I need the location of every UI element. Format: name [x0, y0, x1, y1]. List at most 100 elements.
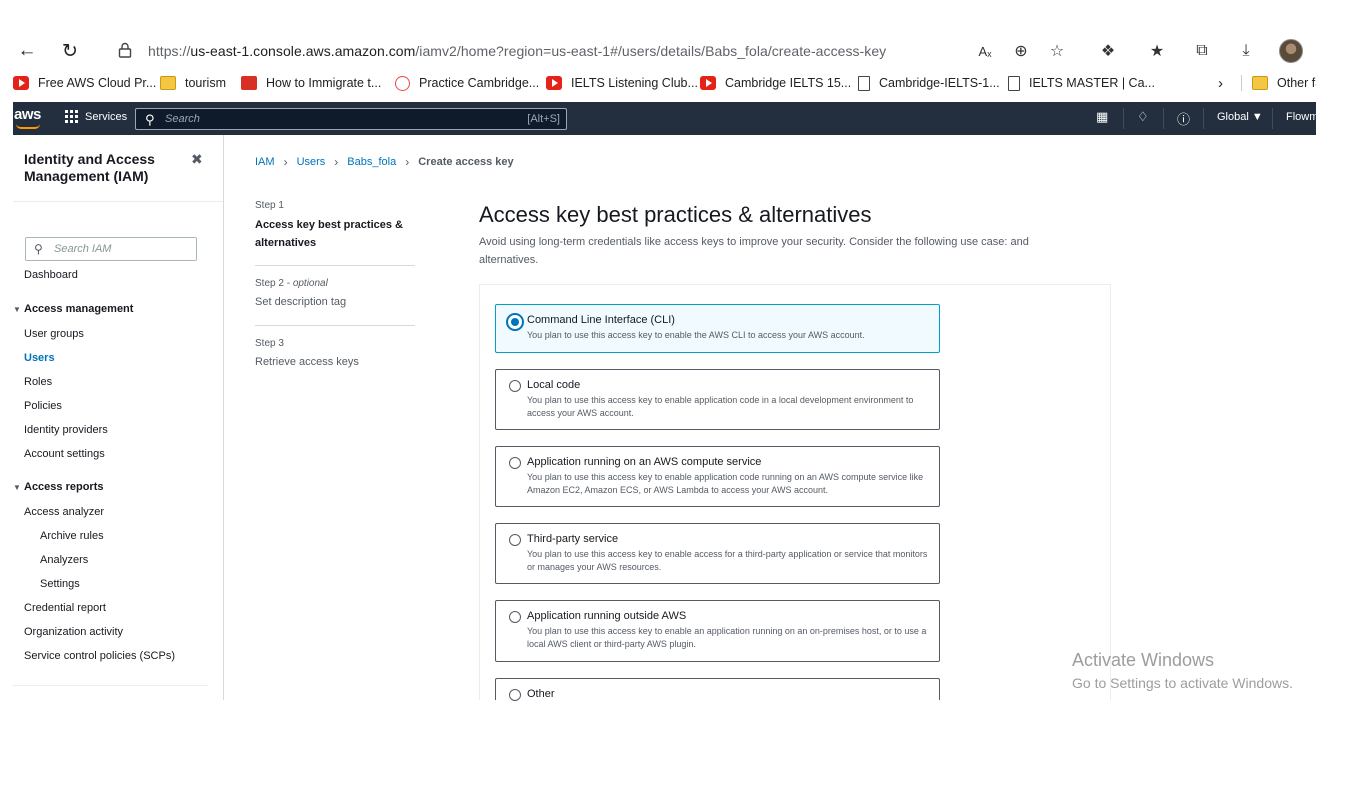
youtube-icon — [13, 76, 29, 90]
option-outside-aws[interactable]: Application running outside AWS You plan… — [495, 600, 940, 662]
option-description: You plan to use this access key to enabl… — [527, 395, 914, 418]
option-title: Command Line Interface (CLI) — [527, 314, 675, 326]
bookmark-item[interactable]: IELTS Listening Club... — [546, 74, 698, 92]
radio-button[interactable] — [509, 689, 521, 701]
bookmark-divider — [1241, 75, 1242, 91]
bookmarks-bar: Free AWS Cloud Pr... tourism How to Immi… — [0, 70, 1316, 96]
aws-search-input[interactable]: ⚲ Search [Alt+S] — [135, 108, 567, 130]
bookmark-item[interactable]: Free AWS Cloud Pr... — [13, 74, 156, 92]
sidebar-item-policies[interactable]: Policies — [24, 400, 62, 412]
add-favorite-icon[interactable]: ☆ — [1045, 39, 1069, 63]
radio-button[interactable] — [509, 457, 521, 469]
services-menu-button[interactable]: Services — [65, 110, 127, 123]
downloads-icon[interactable]: ⤓ — [1234, 39, 1258, 63]
aws-logo[interactable]: aws — [14, 106, 41, 123]
cloudshell-icon[interactable]: ▦ — [1096, 109, 1108, 125]
option-title: Third-party service — [527, 533, 619, 545]
extensions-icon[interactable]: ❖ — [1096, 39, 1120, 63]
sidebar-section-access-management[interactable]: ▼ Access management — [13, 303, 133, 315]
bookmark-label: tourism — [185, 76, 226, 90]
services-label: Services — [85, 110, 128, 123]
address-bar[interactable]: https://us-east-1.console.aws.amazon.com… — [100, 37, 970, 65]
iam-sidebar: Identity and Access Management (IAM) ✖ ⚲… — [13, 135, 224, 700]
breadcrumb-users[interactable]: Users — [297, 156, 326, 168]
site-icon — [395, 75, 410, 91]
option-description: You plan to use this access key to enabl… — [527, 626, 927, 649]
notifications-bell-icon[interactable]: ♢ — [1137, 109, 1149, 125]
option-local-code[interactable]: Local code You plan to use this access k… — [495, 369, 940, 430]
sidebar-item-roles[interactable]: Roles — [24, 376, 52, 388]
bookmark-item[interactable]: tourism — [160, 74, 226, 92]
caret-down-icon: ▼ — [13, 483, 21, 492]
aws-top-nav: aws Services ⚲ Search [Alt+S] ▦ ♢ ⓘ Glob… — [13, 102, 1316, 135]
activate-windows-subtitle: Go to Settings to activate Windows. — [1072, 675, 1293, 691]
favorites-icon[interactable]: ★ — [1145, 39, 1169, 63]
bookmark-item[interactable]: How to Immigrate t... — [241, 74, 381, 92]
search-icon: ⚲ — [34, 242, 43, 256]
caret-down-icon: ▼ — [13, 305, 21, 314]
url-text[interactable]: https://us-east-1.console.aws.amazon.com… — [148, 43, 886, 59]
bookmark-item[interactable]: IELTS MASTER | Ca... — [1008, 74, 1155, 92]
sidebar-divider — [13, 685, 208, 686]
youtube-icon — [700, 76, 716, 90]
sidebar-item-credential-report[interactable]: Credential report — [24, 602, 106, 614]
breadcrumb-iam[interactable]: IAM — [255, 156, 275, 168]
bookmark-label: Cambridge-IELTS-1... — [879, 76, 1000, 90]
option-third-party[interactable]: Third-party service You plan to use this… — [495, 523, 940, 584]
document-icon — [858, 75, 870, 91]
bookmark-item[interactable]: Cambridge-IELTS-1... — [858, 74, 1000, 92]
wizard-step-1: Step 1 Access key best practices & alter… — [255, 200, 415, 252]
sidebar-item-account-settings[interactable]: Account settings — [24, 448, 105, 460]
sidebar-item-identity-providers[interactable]: Identity providers — [24, 424, 108, 436]
radio-button[interactable] — [509, 611, 521, 623]
option-title: Local code — [527, 379, 581, 391]
url-prefix: https:// — [148, 43, 191, 59]
youtube-icon — [546, 76, 562, 90]
sidebar-item-organization-activity[interactable]: Organization activity — [24, 626, 123, 638]
sidebar-item-settings[interactable]: Settings — [40, 578, 80, 590]
close-icon[interactable]: ✖ — [191, 151, 203, 168]
profile-avatar[interactable] — [1279, 39, 1303, 63]
nav-separator — [1163, 108, 1164, 129]
bookmark-item[interactable]: Other fa — [1252, 74, 1316, 92]
option-cli[interactable]: Command Line Interface (CLI) You plan to… — [495, 304, 940, 353]
wizard-step-2[interactable]: Step 2 - optional Set description tag — [255, 278, 415, 311]
account-menu[interactable]: Flowm — [1286, 111, 1316, 123]
sidebar-item-scps[interactable]: Service control policies (SCPs) — [24, 650, 175, 662]
bookmark-label: How to Immigrate t... — [266, 76, 382, 90]
sidebar-item-archive-rules[interactable]: Archive rules — [40, 530, 104, 542]
wizard-step-3[interactable]: Step 3 Retrieve access keys — [255, 338, 415, 371]
option-aws-compute[interactable]: Application running on an AWS compute se… — [495, 446, 940, 507]
refresh-icon[interactable]: ↻ — [58, 39, 82, 63]
region-selector[interactable]: Global ▼ — [1217, 111, 1263, 123]
sidebar-item-analyzers[interactable]: Analyzers — [40, 554, 88, 566]
radio-button-selected[interactable] — [506, 313, 524, 331]
bookmark-item[interactable]: Practice Cambridge... — [395, 74, 539, 92]
url-path: /iamv2/home?region=us-east-1#/users/deta… — [415, 43, 887, 59]
nav-separator — [1123, 108, 1124, 129]
sidebar-search-input[interactable]: ⚲ Search IAM — [25, 237, 197, 261]
read-aloud-icon[interactable]: Aₓ — [973, 39, 997, 63]
collections-icon[interactable]: ⧉ — [1190, 39, 1214, 63]
bookmark-item[interactable]: Cambridge IELTS 15... — [700, 74, 851, 92]
breadcrumb-user[interactable]: Babs_fola — [347, 156, 396, 168]
lock-icon[interactable] — [118, 42, 132, 58]
sidebar-section-access-reports[interactable]: ▼ Access reports — [13, 481, 104, 493]
help-icon[interactable]: ⓘ — [1177, 109, 1190, 128]
zoom-out-icon[interactable]: ⊕ — [1009, 39, 1033, 63]
radio-button[interactable] — [509, 534, 521, 546]
option-other[interactable]: Other — [495, 678, 940, 701]
back-arrow-icon[interactable]: ← — [15, 39, 39, 63]
sidebar-item-user-groups[interactable]: User groups — [24, 328, 84, 340]
chevron-right-icon[interactable]: › — [1218, 74, 1223, 92]
sidebar-item-dashboard[interactable]: Dashboard — [24, 269, 78, 281]
radio-button[interactable] — [509, 380, 521, 392]
sidebar-item-access-analyzer[interactable]: Access analyzer — [24, 506, 104, 518]
bookmark-label: Practice Cambridge... — [419, 76, 540, 90]
search-icon: ⚲ — [145, 112, 155, 127]
option-description: You plan to use this access key to enabl… — [527, 330, 865, 340]
chevron-right-icon: › — [283, 155, 288, 169]
sidebar-item-users[interactable]: Users — [24, 352, 55, 364]
sidebar-title[interactable]: Identity and Access Management (IAM) — [24, 151, 174, 185]
grid-icon — [65, 110, 78, 123]
